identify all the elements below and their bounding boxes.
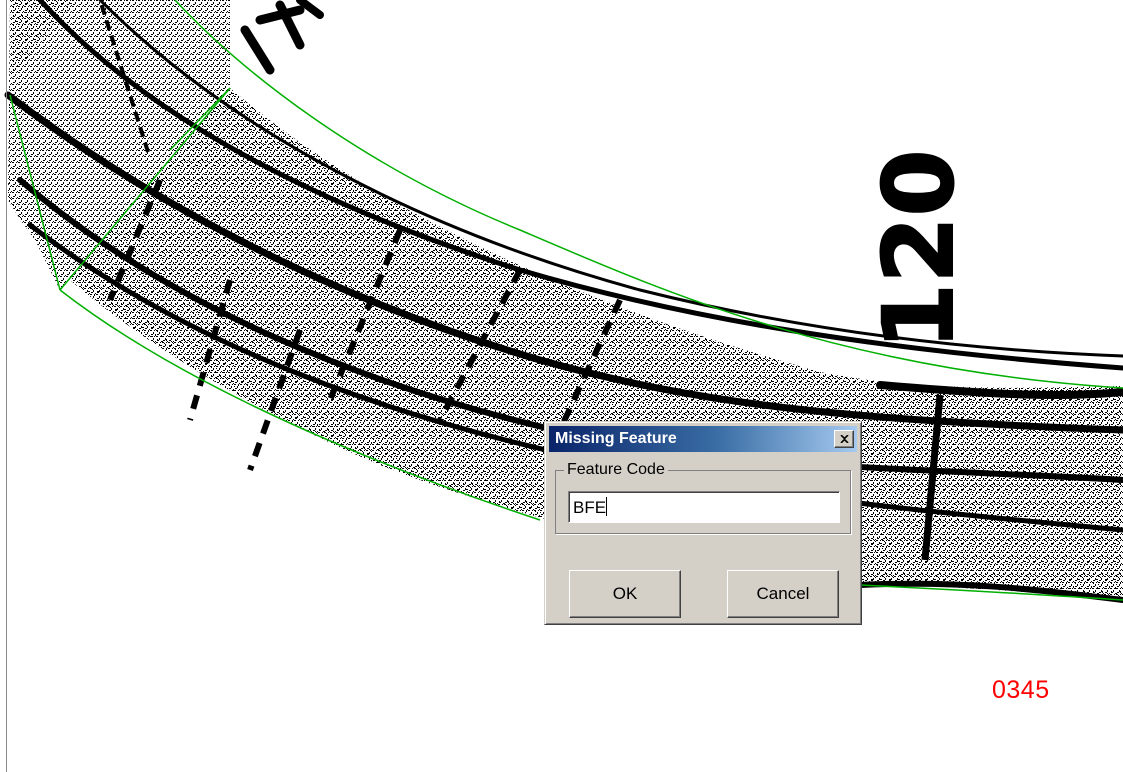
sheet-number: 0345 <box>992 676 1050 704</box>
dialog-titlebar[interactable]: Missing Feature <box>549 426 857 452</box>
ok-button[interactable]: OK <box>569 570 681 618</box>
map-left-border <box>6 0 7 772</box>
feature-code-input[interactable]: BFE <box>568 491 840 523</box>
text-caret <box>606 497 608 516</box>
close-button[interactable] <box>834 430 854 448</box>
scanned-map-canvas[interactable]: 120 0345 <box>0 0 1123 772</box>
close-icon <box>839 435 849 443</box>
feature-code-value: BFE <box>573 498 607 517</box>
dialog-title: Missing Feature <box>555 430 677 447</box>
road-label-text: 120 <box>863 150 975 350</box>
map-drawing: 120 <box>4 0 1123 603</box>
feature-code-label: Feature Code <box>564 461 668 479</box>
road-label: 120 <box>862 149 976 351</box>
cancel-button[interactable]: Cancel <box>727 570 839 618</box>
feature-code-group: Feature Code BFE <box>555 461 851 534</box>
missing-feature-dialog: Missing Feature Feature Code BFE OK Canc… <box>544 421 862 625</box>
